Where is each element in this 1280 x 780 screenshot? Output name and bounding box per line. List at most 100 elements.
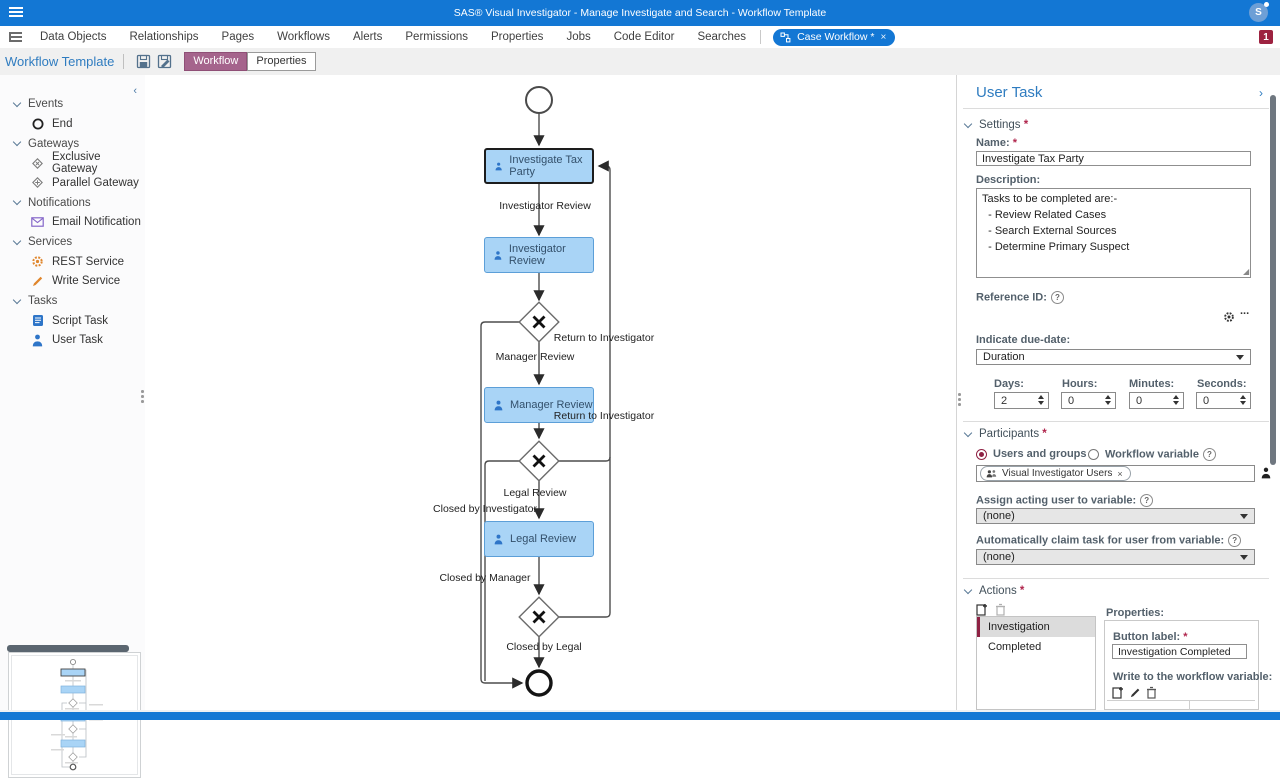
toggle-properties-view[interactable]: Properties — [247, 52, 315, 71]
palette-item-end[interactable]: End — [0, 114, 145, 134]
nav-item-searches[interactable]: Searches — [697, 31, 746, 43]
description-textarea[interactable] — [976, 188, 1251, 278]
button-label-input[interactable] — [1112, 644, 1247, 659]
divider — [963, 578, 1269, 579]
add-action-icon[interactable] — [976, 603, 988, 616]
due-date-label: Indicate due-date: — [976, 334, 1070, 346]
action-list-item[interactable]: Investigation Completed — [977, 617, 1095, 637]
group-label: Notifications — [28, 197, 91, 209]
panel-scrollbar[interactable] — [1270, 95, 1276, 465]
node-legal-review[interactable]: Legal Review — [484, 521, 594, 557]
nav-item-code-editor[interactable]: Code Editor — [614, 31, 675, 43]
palette-item-exclusive-gateway[interactable]: Exclusive Gateway — [0, 154, 145, 174]
help-icon[interactable]: ? — [1203, 448, 1216, 461]
palette-item-label: User Task — [52, 334, 103, 346]
seconds-stepper[interactable]: 0 — [1196, 392, 1251, 409]
divider — [963, 108, 1269, 109]
actions-list[interactable]: Investigation Completed — [976, 616, 1096, 710]
node-investigator-review[interactable]: Investigator Review — [484, 237, 594, 273]
resize-grip-icon[interactable]: ◢ — [1243, 267, 1249, 276]
nav-item-relationships[interactable]: Relationships — [129, 31, 198, 43]
participant-chip[interactable]: Visual Investigator Users × — [980, 466, 1131, 481]
radio-users-and-groups[interactable] — [976, 449, 987, 460]
view-toggle: Workflow Properties — [184, 52, 315, 71]
hours-stepper[interactable]: 0 — [1061, 392, 1116, 409]
minutes-stepper[interactable]: 0 — [1129, 392, 1184, 409]
avatar-initial: S — [1255, 7, 1262, 18]
days-stepper[interactable]: 2 — [994, 392, 1049, 409]
delete-variable-icon[interactable] — [1146, 686, 1157, 699]
chip-remove-icon[interactable]: × — [1117, 469, 1122, 479]
palette-splitter-handle[interactable] — [141, 390, 144, 404]
button-label-label: Button label: * — [1113, 631, 1188, 643]
nav-item-data-objects[interactable]: Data Objects — [40, 31, 106, 43]
group-label: Tasks — [28, 295, 57, 307]
palette-item-email-notification[interactable]: Email Notification — [0, 213, 145, 233]
gateway-legal-review[interactable] — [519, 441, 559, 481]
palette-item-rest-service[interactable]: REST Service — [0, 252, 145, 272]
node-label: Legal Review — [510, 533, 576, 545]
nav-item-alerts[interactable]: Alerts — [353, 31, 382, 43]
palette-item-script-task[interactable]: Script Task — [0, 311, 145, 331]
alert-count-badge[interactable]: 1 — [1259, 30, 1273, 44]
more-options-icon[interactable]: ... — [1240, 305, 1249, 317]
end-event-icon — [31, 117, 44, 130]
palette-group-tasks[interactable]: Tasks — [0, 291, 145, 311]
delete-action-icon[interactable] — [995, 603, 1006, 616]
collapse-palette-icon[interactable]: ‹ — [133, 85, 137, 97]
nav-item-permissions[interactable]: Permissions — [405, 31, 468, 43]
parallel-gateway-icon — [31, 176, 44, 189]
nav-item-jobs[interactable]: Jobs — [566, 31, 590, 43]
save-as-icon[interactable] — [157, 54, 172, 69]
minimap-scrollbar[interactable] — [7, 645, 129, 652]
node-investigate-tax-party[interactable]: Investigate Tax Party — [484, 148, 594, 184]
palette-item-label: Email Notification — [52, 216, 141, 228]
tab-close-icon[interactable]: × — [880, 32, 886, 43]
palette-item-label: Write Service — [52, 275, 120, 287]
help-icon[interactable]: ? — [1228, 534, 1241, 547]
palette-item-label: Script Task — [52, 315, 108, 327]
add-variable-icon[interactable] — [1112, 686, 1124, 699]
add-user-icon[interactable] — [1261, 467, 1271, 479]
properties-panel: User Task › Settings * Name: * Descripti… — [956, 75, 1280, 710]
panel-splitter-handle[interactable] — [958, 393, 961, 407]
name-input[interactable] — [976, 151, 1251, 166]
assign-user-select[interactable]: (none) — [976, 508, 1255, 524]
start-event-node[interactable] — [526, 87, 552, 113]
edge-label-return-to-investigator-1: Return to Investigator — [554, 332, 654, 344]
nav-list-icon[interactable] — [9, 32, 22, 42]
action-properties-label: Properties: — [1106, 607, 1164, 619]
section-settings[interactable]: Settings * — [965, 119, 1028, 131]
edit-variable-icon[interactable] — [1129, 687, 1141, 699]
participants-input[interactable]: Visual Investigator Users × — [976, 465, 1255, 482]
end-event-node[interactable] — [527, 671, 551, 695]
palette-group-services[interactable]: Services — [0, 232, 145, 252]
palette-item-label: Parallel Gateway — [52, 177, 139, 189]
toggle-workflow-view[interactable]: Workflow — [184, 52, 247, 71]
minutes-label: Minutes: — [1129, 378, 1174, 390]
palette-item-user-task[interactable]: User Task — [0, 331, 145, 351]
auto-claim-select[interactable]: (none) — [976, 549, 1255, 565]
palette-item-parallel-gateway[interactable]: Parallel Gateway — [0, 173, 145, 193]
workflow-canvas[interactable]: Investigate Tax Party Investigator Revie… — [145, 75, 956, 710]
save-icon[interactable] — [136, 54, 151, 69]
gateway-closure[interactable] — [519, 597, 559, 637]
nav-item-pages[interactable]: Pages — [222, 31, 255, 43]
user-avatar[interactable]: S — [1249, 3, 1268, 22]
palette-item-write-service[interactable]: Write Service — [0, 272, 145, 292]
help-icon[interactable]: ? — [1051, 291, 1064, 304]
edge-label-closed-by-manager: Closed by Manager — [439, 572, 530, 584]
required-marker: * — [1042, 428, 1046, 440]
palette-group-notifications[interactable]: Notifications — [0, 193, 145, 213]
help-icon[interactable]: ? — [1140, 494, 1153, 507]
section-participants[interactable]: Participants * — [965, 428, 1047, 440]
tab-case-workflow[interactable]: Case Workflow * × — [773, 29, 895, 46]
due-date-select[interactable]: Duration — [976, 349, 1251, 365]
nav-item-workflows[interactable]: Workflows — [277, 31, 330, 43]
section-actions[interactable]: Actions * — [965, 585, 1024, 597]
nav-item-properties[interactable]: Properties — [491, 31, 543, 43]
settings-gear-icon[interactable] — [1223, 311, 1235, 323]
expand-panel-icon[interactable]: › — [1259, 86, 1263, 100]
palette-group-events[interactable]: Events — [0, 94, 145, 114]
radio-workflow-variable[interactable] — [1088, 449, 1099, 460]
